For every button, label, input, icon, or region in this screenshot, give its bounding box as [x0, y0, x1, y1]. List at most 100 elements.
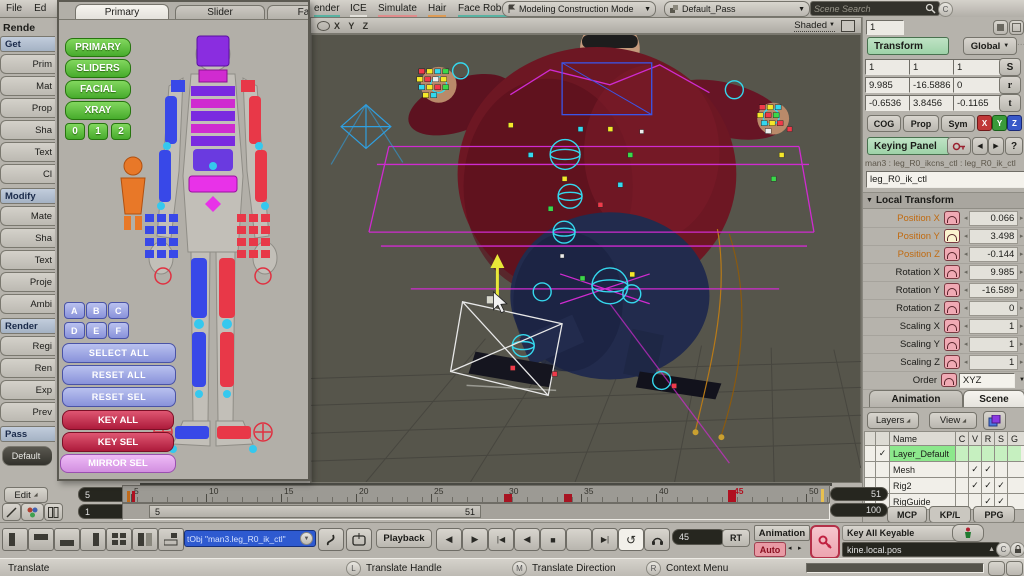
letter-e-button[interactable]: E — [86, 322, 107, 339]
timeline-ruler[interactable]: 5 10 15 20 25 30 35 40 45 50 — [122, 485, 830, 503]
rotate-z-field[interactable]: 0 — [953, 77, 1002, 93]
check-S[interactable] — [995, 462, 1008, 477]
status-scroll-strip[interactable] — [806, 563, 984, 573]
tab-facial[interactable]: Facial — [267, 5, 310, 19]
layout-single-button[interactable] — [2, 528, 28, 551]
spin-right[interactable]: ▸ — [1018, 358, 1024, 366]
realtime-button[interactable]: RT — [722, 529, 750, 547]
toolbar-item-material[interactable]: Mat — [0, 76, 55, 96]
toolbar-item-texture[interactable]: Text — [0, 142, 55, 162]
spin-left[interactable]: ◂ — [962, 340, 969, 348]
param-row-scaling-y[interactable]: Scaling Y ◂ 1 ▸ — [863, 335, 1024, 354]
check-G[interactable] — [1008, 462, 1021, 477]
toolbar-item-default-pass[interactable]: Default — [2, 446, 52, 466]
status-mini-button[interactable] — [988, 561, 1005, 576]
toolbar-item-clip[interactable]: Cl — [0, 164, 55, 184]
keyframe-marker[interactable] — [564, 494, 572, 502]
toolbar-item-property[interactable]: Prop — [0, 98, 55, 118]
lod-1-button[interactable]: 1 — [88, 123, 108, 140]
letter-f-button[interactable]: F — [108, 322, 129, 339]
param-value[interactable]: 1 — [969, 337, 1018, 352]
keyframe-icon[interactable] — [944, 229, 960, 243]
spin-left[interactable]: ◂ — [962, 268, 969, 276]
mirror-sel-button[interactable]: MIRROR SEL — [60, 454, 176, 473]
keyframe-icon[interactable] — [944, 319, 960, 333]
spin-right[interactable]: ▸ — [1018, 268, 1024, 276]
scale-x-field[interactable]: 1 — [865, 59, 914, 75]
toolbar-item-shader[interactable]: Sha — [0, 120, 55, 140]
key-cycle-button[interactable]: C — [996, 542, 1011, 557]
stop-button[interactable]: ■ — [540, 528, 566, 551]
total-frames-field[interactable]: 100 — [830, 503, 888, 517]
key-lock-button[interactable] — [1010, 542, 1024, 557]
range-slider-track[interactable]: 5 51 — [122, 503, 830, 520]
keyframe-icon[interactable] — [944, 283, 960, 297]
set-key-button[interactable] — [810, 525, 840, 559]
snapshot-button[interactable] — [346, 528, 372, 551]
param-value[interactable]: 1 — [969, 319, 1018, 334]
toolbar-item-projection[interactable]: Proje — [0, 272, 55, 292]
keyframe-icon[interactable] — [944, 301, 960, 315]
keyframe-icon[interactable] — [941, 373, 957, 387]
spin-right[interactable]: ▸ — [1018, 340, 1024, 348]
toolbar-item-region[interactable]: Regi — [0, 336, 55, 356]
param-row-position-z[interactable]: Position Z ◂ -0.144 ▸ — [863, 245, 1024, 264]
camera-view-icon[interactable] — [841, 20, 855, 32]
scale-mode-button[interactable]: S — [999, 58, 1021, 76]
spin-right[interactable]: ▸ — [1018, 322, 1024, 330]
tab-animation[interactable]: Animation — [869, 390, 963, 408]
param-row-rotation-x[interactable]: Rotation X ◂ 9.985 ▸ — [863, 263, 1024, 282]
panel-grid-button[interactable] — [1009, 20, 1024, 35]
toolbar-section-pass[interactable]: Pass — [0, 426, 55, 442]
check-S[interactable]: ✓ — [995, 478, 1008, 493]
param-up-icon[interactable]: ▲ — [988, 546, 995, 553]
axis-x-toggle[interactable]: X — [977, 115, 992, 131]
loop-button[interactable]: ↺ — [618, 528, 644, 551]
tab-kpl[interactable]: KP/L — [929, 506, 971, 523]
target-name-field[interactable]: leg_R0_ik_ctl — [866, 171, 1024, 188]
param-row-rotation-y[interactable]: Rotation Y ◂ -16.589 ▸ — [863, 281, 1024, 300]
menu-edit[interactable]: Ed — [28, 3, 52, 14]
construction-mode-dropdown[interactable]: Modeling Construction Mode ▼ — [502, 1, 656, 17]
character-key-button[interactable] — [952, 524, 984, 542]
playback-menu-button[interactable]: Playback — [376, 529, 432, 548]
key-sel-button[interactable]: KEY SEL — [62, 432, 174, 452]
reset-all-button[interactable]: RESET ALL — [62, 365, 176, 385]
next-key-button[interactable]: ▶ — [988, 137, 1004, 155]
keyframe-marker[interactable] — [504, 494, 512, 502]
eye-icon[interactable] — [317, 21, 330, 31]
lod-0-button[interactable]: 0 — [65, 123, 85, 140]
split-view-button[interactable] — [44, 503, 63, 521]
tab-ppg[interactable]: PPG — [973, 506, 1015, 523]
spin-right[interactable]: ▸ — [1018, 286, 1024, 294]
new-layer-button[interactable] — [983, 411, 1006, 430]
param-row-order[interactable]: Order XYZ ▼ — [863, 371, 1024, 390]
toolbar-item-shader2[interactable]: Sha — [0, 228, 55, 248]
tab-scene[interactable]: Scene — [963, 390, 1024, 408]
keyframe-icon[interactable] — [944, 337, 960, 351]
audio-mute-button[interactable] — [644, 528, 670, 551]
local-transform-section-header[interactable]: ▼ Local Transform — [863, 192, 1024, 209]
key-all-button[interactable]: KEY ALL — [62, 410, 174, 430]
reset-sel-button[interactable]: RESET SEL — [62, 387, 176, 407]
frame-rate-field[interactable]: 45 — [672, 529, 726, 545]
param-value[interactable]: 3.498 — [969, 229, 1018, 244]
translate-x-field[interactable]: -0.6536 — [865, 95, 914, 111]
toolbar-item-primitive[interactable]: Prim — [0, 54, 55, 74]
check-C[interactable] — [956, 462, 969, 477]
menu-simulate[interactable]: Simulate — [378, 3, 417, 17]
menu-render[interactable]: ender — [314, 3, 340, 17]
selection-dropdown-icon[interactable]: ▼ — [300, 532, 313, 545]
autokey-prev-icon[interactable]: ◂ — [788, 544, 792, 552]
keyframe-icon[interactable] — [944, 355, 960, 369]
animation-menu-button[interactable]: Animation — [754, 525, 810, 541]
transform-space-dropdown[interactable]: Global ▼ — [963, 37, 1017, 55]
check-C[interactable] — [956, 478, 969, 493]
play-backward-button[interactable]: ◀ — [514, 528, 540, 551]
select-all-button[interactable]: SELECT ALL — [62, 343, 176, 363]
translate-z-field[interactable]: -0.1165 — [953, 95, 1002, 111]
transform-panel-header[interactable]: Transform — [867, 37, 949, 55]
param-value[interactable]: 0 — [969, 301, 1018, 316]
layers-menu-button[interactable]: Layers ◢ — [867, 412, 919, 429]
param-value[interactable]: -0.144 — [969, 247, 1018, 262]
